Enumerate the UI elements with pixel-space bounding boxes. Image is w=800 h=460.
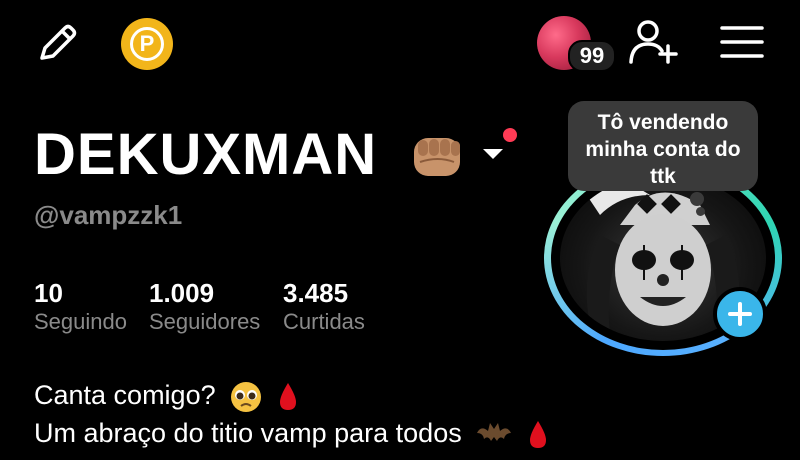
stat-value: 3.485 [283, 278, 349, 308]
add-story-button[interactable] [713, 287, 767, 341]
stat-value: 1.009 [149, 278, 215, 308]
add-user-icon[interactable] [628, 18, 680, 66]
plus-icon [728, 302, 752, 326]
hamburger-menu-icon[interactable] [720, 24, 764, 60]
stat-label: Curtidas [283, 309, 365, 334]
bat-icon [477, 422, 512, 441]
bio-text: Canta comigo? [34, 380, 216, 411]
account-switch-chevron-icon[interactable] [481, 147, 505, 161]
profile-handle: @vampzzk1 [34, 200, 183, 230]
bio-text: Um abraço do titio vamp para todos [34, 418, 462, 448]
blood-drop-icon [529, 420, 546, 448]
stat-label: Seguidores [149, 309, 261, 334]
coin-icon[interactable]: P [121, 18, 173, 70]
bubble-tail [690, 192, 704, 206]
bubble-tail [696, 207, 705, 216]
blood-drop-icon [279, 383, 296, 410]
stat-likes[interactable]: 3.485 Curtidas [283, 278, 365, 335]
status-line: minha conta do [585, 138, 741, 161]
profile-display-name: DEKUXMAN [34, 122, 378, 187]
stat-followers[interactable]: 1.009 Seguidores [149, 278, 260, 335]
bio-line-1: Canta comigo? [34, 380, 299, 414]
stat-following[interactable]: 10 Seguindo [34, 278, 127, 335]
notification-count-badge: 99 [568, 40, 616, 72]
fist-bump-icon [414, 138, 460, 176]
notification-dot [503, 128, 517, 142]
stat-label: Seguindo [34, 309, 127, 334]
stat-value: 10 [34, 278, 63, 308]
status-line: Tô vendendo [597, 111, 729, 134]
status-bubble[interactable]: Tô vendendo minha conta do ttk [568, 101, 758, 191]
bio-line-2: Um abraço do titio vamp para todos [34, 418, 549, 451]
coin-letter: P [130, 27, 164, 61]
status-line: ttk [650, 165, 676, 188]
pencil-icon[interactable] [34, 20, 80, 66]
pleading-face-icon [231, 382, 262, 412]
